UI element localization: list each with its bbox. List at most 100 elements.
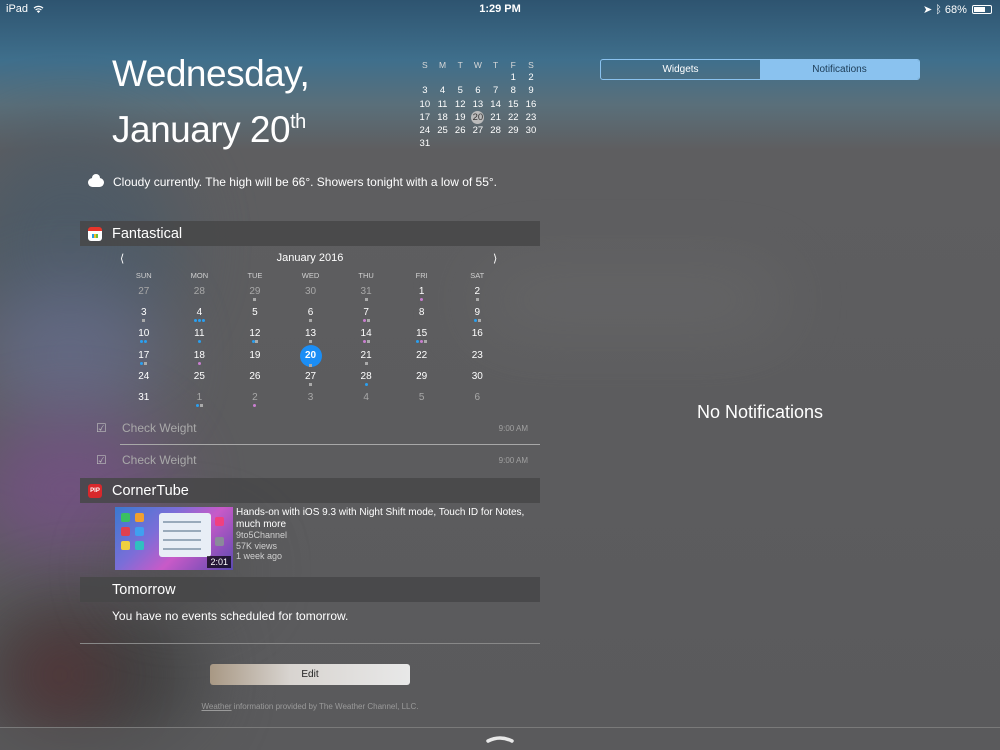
event-markers [283, 319, 339, 324]
fantastical-day[interactable]: 27 [283, 368, 339, 389]
fantastical-today[interactable]: 20 [283, 344, 339, 368]
event-markers [227, 403, 283, 409]
fantastical-day[interactable]: 5 [227, 304, 283, 325]
fantastical-week: 10 11 12 13 14 15 16 [116, 325, 505, 346]
event-marker [142, 319, 146, 323]
mini-calendar-day: 23 [525, 111, 537, 123]
fantastical-weekday: THU [358, 271, 374, 280]
checkmark-icon[interactable]: ☑ [96, 453, 107, 467]
mini-calendar-day: 9 [528, 85, 534, 97]
fantastical-day[interactable]: 28 [338, 368, 394, 389]
fantastical-day[interactable]: 7 [338, 304, 394, 325]
day-number: 15 [416, 328, 428, 340]
day-number: 16 [471, 328, 483, 340]
weather-summary[interactable]: Cloudy currently. The high will be 66°. … [88, 173, 497, 189]
fantastical-day[interactable]: 10 [116, 325, 172, 346]
fantastical-week: 17 18 19 20 21 22 23 [116, 344, 505, 368]
mini-calendar-day: 21 [490, 111, 501, 123]
fantastical-day[interactable]: 8 [394, 304, 450, 325]
fantastical-day[interactable]: 21 [338, 347, 394, 368]
event-markers [338, 340, 394, 345]
mini-calendar-weekday: F [510, 59, 516, 70]
fantastical-month: January 2016 [276, 252, 344, 264]
fantastical-day[interactable]: 29 [227, 283, 283, 304]
task-title: Check Weight [122, 453, 197, 467]
weather-link[interactable]: Weather [201, 702, 231, 711]
mini-calendar-day: 22 [507, 111, 519, 123]
mini-calendar-day: 29 [507, 125, 519, 137]
fantastical-day[interactable]: 4 [338, 389, 394, 410]
fantastical-day[interactable]: 30 [449, 368, 505, 389]
fantastical-day[interactable]: 27 [116, 283, 172, 304]
checkmark-icon[interactable]: ☑ [96, 421, 107, 435]
fantastical-header[interactable]: Fantastical [80, 221, 540, 246]
fantastical-day[interactable]: 30 [283, 283, 339, 304]
day-number: 4 [363, 391, 369, 403]
fantastical-day[interactable]: 13 [283, 325, 339, 346]
task-row[interactable]: ☑ Check Weight 9:00 AM [96, 421, 540, 443]
fantastical-day[interactable]: 18 [172, 347, 228, 368]
mini-calendar-day: 5 [457, 85, 463, 97]
event-marker [362, 340, 366, 344]
fantastical-day[interactable]: 17 [116, 347, 172, 368]
fantastical-day[interactable]: 2 [227, 389, 283, 410]
fantastical-day[interactable]: 12 [227, 325, 283, 346]
fantastical-day[interactable]: 5 [394, 389, 450, 410]
fantastical-day[interactable]: 14 [338, 325, 394, 346]
tomorrow-header[interactable]: Tomorrow [80, 577, 540, 602]
grabber-handle-icon[interactable] [486, 735, 514, 743]
mini-calendar-day: 10 [419, 98, 431, 110]
divider [80, 643, 540, 644]
day-number: 5 [252, 307, 258, 319]
mini-calendar-day: 26 [454, 125, 466, 137]
video-channel: 9to5Channel [236, 530, 288, 540]
fantastical-day[interactable]: 26 [227, 368, 283, 389]
no-notifications-label: No Notifications [696, 402, 824, 422]
fantastical-day[interactable]: 23 [449, 347, 505, 368]
day-number: 26 [249, 370, 261, 382]
fantastical-day[interactable]: 2 [449, 283, 505, 304]
fantastical-day[interactable]: 24 [116, 368, 172, 389]
fantastical-day[interactable]: 15 [394, 325, 450, 346]
event-marker [199, 403, 203, 407]
event-markers [172, 403, 228, 409]
fantastical-day[interactable]: 22 [394, 347, 450, 368]
tab-widgets[interactable]: Widgets [601, 60, 760, 79]
fantastical-day[interactable]: 19 [227, 347, 283, 368]
fantastical-day[interactable]: 25 [172, 368, 228, 389]
cornertube-header[interactable]: PIP CornerTube [80, 478, 540, 503]
next-month-button[interactable]: ⟩ [493, 252, 497, 265]
fantastical-day[interactable]: 31 [116, 389, 172, 410]
mini-calendar-weekday: S [528, 59, 534, 70]
event-marker [364, 382, 368, 386]
fantastical-calendar: SUN MON TUE WED THU FRI SAT 27 28 29 30 31 1 2 3 4 5 6 7 8 9… [116, 271, 505, 410]
fantastical-day[interactable]: 9 [449, 304, 505, 325]
mini-calendar-day: 11 [437, 98, 448, 110]
video-info[interactable]: Hands-on with iOS 9.3 with Night Shift m… [236, 507, 536, 562]
mini-calendar-week: 17 18 19 20 21 22 23 [416, 110, 540, 124]
event-markers [116, 319, 172, 324]
fantastical-day[interactable]: 6 [449, 389, 505, 410]
fantastical-day[interactable]: 31 [338, 283, 394, 304]
fantastical-day[interactable]: 29 [394, 368, 450, 389]
fantastical-day[interactable]: 1 [172, 389, 228, 410]
day-number: 24 [138, 370, 150, 382]
mini-calendar-week: 12 [416, 71, 540, 84]
event-marker [140, 340, 144, 344]
edit-button[interactable]: Edit [210, 664, 410, 685]
event-markers [449, 319, 505, 324]
fantastical-day[interactable]: 16 [449, 325, 505, 346]
fantastical-day[interactable]: 1 [394, 283, 450, 304]
tab-notifications[interactable]: Notifications [760, 60, 919, 79]
fantastical-day[interactable]: 6 [283, 304, 339, 325]
tomorrow-text: You have no events scheduled for tomorro… [112, 609, 349, 623]
task-row[interactable]: ☑ Check Weight 9:00 AM [96, 453, 540, 475]
fantastical-day[interactable]: 28 [172, 283, 228, 304]
video-thumbnail[interactable]: 2:01 [115, 507, 233, 570]
fantastical-day[interactable]: 3 [116, 304, 172, 325]
mini-calendar: S M T W T F S 1 2 3 4 5 6 7 8 9 10 11 12 13 14 15 16 17 18 19 20 21… [416, 58, 540, 150]
day-number: 27 [138, 286, 150, 297]
fantastical-day[interactable]: 11 [172, 325, 228, 346]
fantastical-day[interactable]: 3 [283, 389, 339, 410]
fantastical-day[interactable]: 4 [172, 304, 228, 325]
